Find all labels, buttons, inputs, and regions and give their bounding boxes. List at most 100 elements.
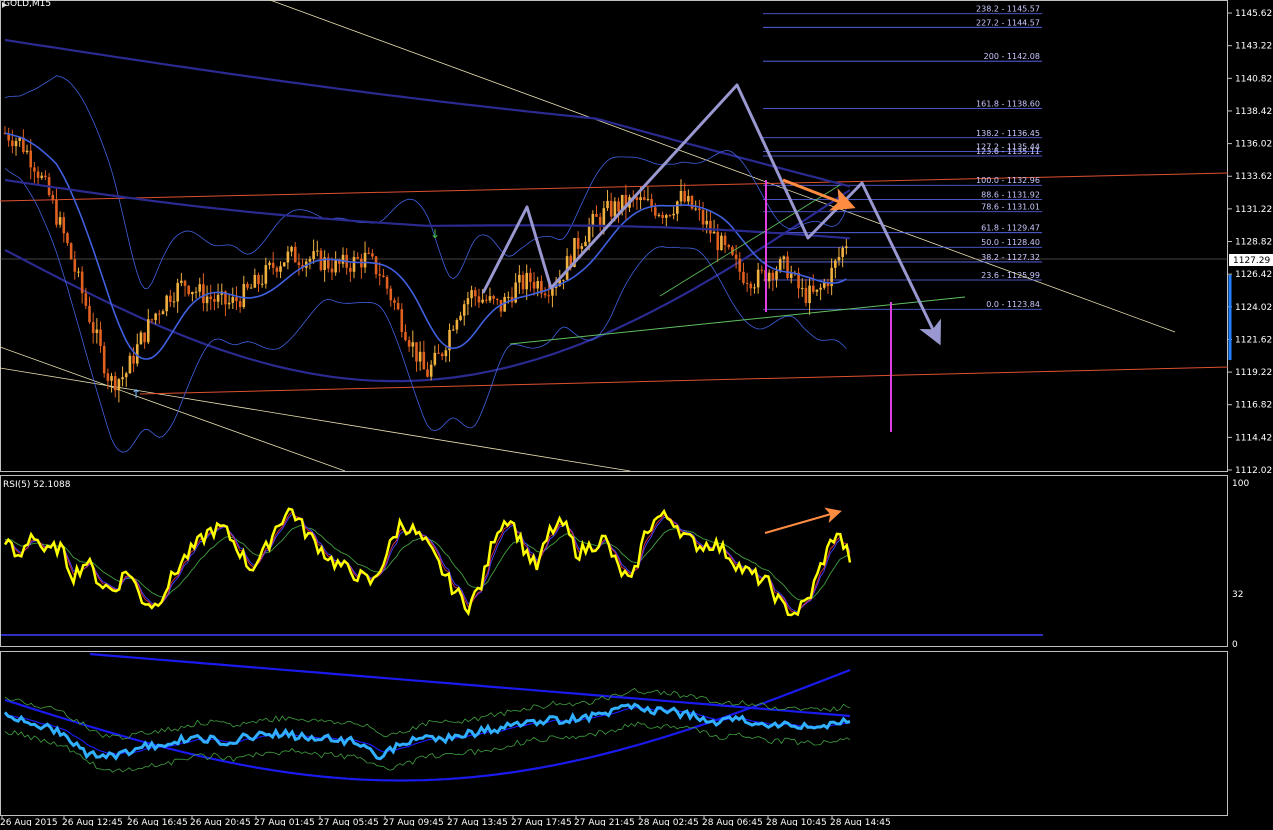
candle-body — [246, 283, 249, 288]
fib-level-price: 1128.40 — [1007, 238, 1040, 247]
candle-body — [492, 296, 495, 299]
chart-window[interactable]: 238.2 - 1145.57 227.2 - 1144.57 200 - 1142… — [0, 0, 1273, 828]
candle-body — [532, 281, 536, 289]
fib-level-price: 1129.47 — [1007, 224, 1040, 233]
candle-body — [466, 298, 470, 305]
candle-body — [242, 283, 246, 308]
candle-body — [341, 254, 345, 264]
fib-level-price: 1138.60 — [1007, 100, 1040, 109]
candle-body — [635, 197, 639, 200]
time-axis-label: 27 Aug 01:45 — [254, 818, 315, 826]
fib-level-price: 1127.32 — [1007, 253, 1040, 262]
rsi-axis-label: 32 — [1232, 590, 1243, 600]
fib-level-label: 50.0 - 1128.40 — [981, 238, 1040, 247]
candle-body — [800, 287, 804, 289]
candle-body — [782, 256, 786, 260]
fib-level-price: 1123.84 — [1007, 300, 1040, 309]
fib-level-label: 38.2 - 1127.32 — [981, 253, 1040, 262]
candle-body — [128, 355, 132, 374]
candle-body — [547, 295, 551, 297]
time-axis-label: 28 Aug 10:45 — [766, 818, 827, 826]
candle-body — [433, 352, 437, 365]
candle-body — [106, 373, 110, 381]
candle-body — [786, 256, 789, 279]
candle-body — [191, 291, 194, 295]
low-fractal-marker: ↑ — [131, 387, 141, 401]
price-axis-label: 1119.22 — [1235, 368, 1272, 378]
candle-body — [382, 275, 385, 277]
candle-body — [95, 329, 99, 334]
fib-level-ratio: 138.2 — [976, 129, 999, 138]
candle-body — [727, 245, 731, 248]
candle-body — [705, 220, 709, 225]
candle-body — [609, 200, 613, 217]
fib-level-separator: - — [999, 18, 1007, 27]
candle-body — [176, 282, 179, 302]
candle-body — [749, 283, 753, 289]
candle-body — [661, 214, 664, 218]
candle-body — [789, 273, 793, 279]
candle-body — [315, 250, 319, 252]
time-axis-label: 27 Aug 05:45 — [318, 818, 379, 826]
candle-body — [507, 296, 510, 298]
candle-body — [760, 269, 764, 271]
fib-level-label: 161.8 - 1138.60 — [976, 100, 1040, 109]
candle-body — [709, 220, 712, 234]
candle-body — [837, 256, 841, 261]
fib-level-separator: - — [999, 271, 1007, 280]
candle-body — [121, 377, 124, 380]
fib-level-label: 138.2 - 1136.45 — [976, 129, 1040, 138]
candle-body — [400, 309, 404, 332]
candle-body — [576, 238, 580, 249]
fib-level-label: 100.0 - 1132.96 — [976, 176, 1040, 185]
candle-body — [811, 285, 815, 292]
fib-level-price: 1145.57 — [1007, 5, 1040, 14]
candle-body — [213, 299, 216, 302]
candle-body — [562, 279, 565, 281]
price-chart-svg[interactable]: 238.2 - 1145.57 227.2 - 1144.57 200 - 1142… — [0, 0, 1273, 828]
current-price-label: 1127.29 — [1233, 256, 1270, 266]
candle-body — [462, 304, 466, 316]
candle-body — [536, 281, 540, 289]
candle-body — [209, 296, 213, 300]
candle-body — [745, 282, 749, 284]
fib-level-separator: - — [999, 253, 1007, 262]
fib-level-separator: - — [999, 224, 1007, 233]
candle-body — [40, 175, 44, 178]
candle-body — [437, 352, 440, 354]
candle-body — [771, 272, 775, 280]
candle-body — [249, 287, 253, 289]
candle-body — [521, 274, 525, 290]
candle-body — [529, 272, 532, 282]
price-axis-label: 1114.42 — [1235, 433, 1272, 443]
fib-level-price: 1132.96 — [1007, 176, 1040, 185]
candle-body — [356, 257, 359, 259]
candle-body — [742, 271, 745, 283]
time-axis-label: 28 Aug 14:45 — [830, 818, 891, 826]
candle-body — [716, 231, 720, 251]
fib-level-label: 227.2 - 1144.57 — [976, 18, 1040, 27]
candle-body — [819, 287, 822, 290]
chart-background — [0, 0, 1273, 826]
fib-level-ratio: 88.6 — [981, 190, 999, 199]
candle-body — [841, 247, 844, 257]
candle-body — [99, 329, 102, 346]
candle-body — [712, 231, 716, 234]
candle-body — [279, 266, 282, 272]
time-axis-label: 27 Aug 13:45 — [447, 818, 508, 826]
candle-body — [598, 216, 602, 226]
candle-body — [55, 199, 58, 225]
candle-body — [238, 301, 242, 308]
fib-level-label: 200 - 1142.08 — [984, 52, 1040, 61]
candle-body — [44, 175, 47, 178]
candle-body — [518, 274, 521, 283]
fib-level-ratio: 200 — [984, 52, 999, 61]
candle-body — [767, 272, 771, 282]
fib-level-ratio: 38.2 — [981, 253, 999, 262]
candle-body — [73, 259, 77, 272]
candle-body — [330, 268, 334, 273]
symbol-title: GOLD,M15 — [3, 0, 51, 9]
fib-level-ratio: 50.0 — [981, 238, 999, 247]
fib-level-separator: - — [999, 52, 1007, 61]
candle-body — [473, 290, 477, 297]
